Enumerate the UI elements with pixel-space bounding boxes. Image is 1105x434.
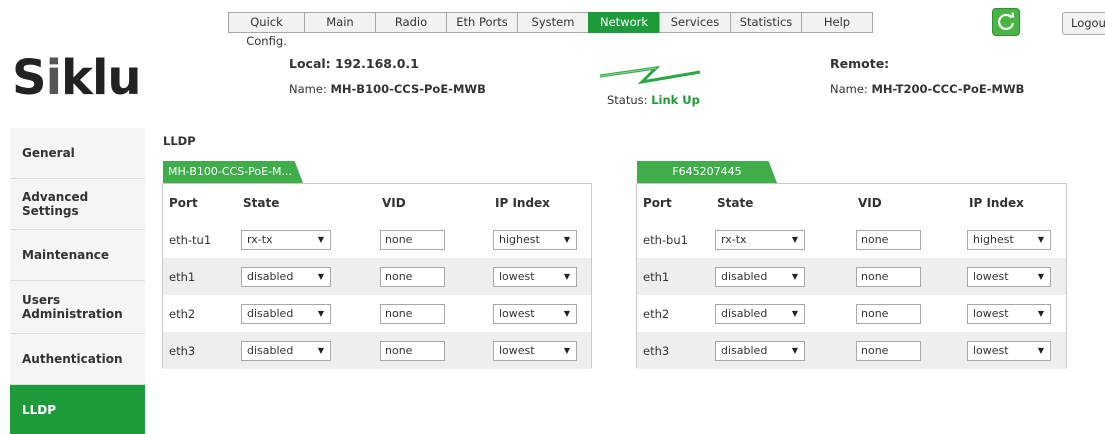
ip-index-select[interactable]: lowest ▼ bbox=[967, 266, 1051, 287]
vid-input[interactable]: none bbox=[856, 229, 921, 250]
vid-input[interactable]: none bbox=[856, 340, 921, 361]
chevron-down-icon: ▼ bbox=[563, 308, 570, 318]
chevron-down-icon: ▼ bbox=[317, 234, 324, 244]
sidebar-item-authentication[interactable]: Authentication bbox=[10, 334, 145, 385]
chevron-down-icon: ▼ bbox=[563, 345, 570, 355]
table-row: eth3 disabled ▼ none lowest ▼ bbox=[163, 332, 591, 369]
tab-help[interactable]: Help bbox=[801, 12, 873, 33]
refresh-button[interactable] bbox=[992, 8, 1020, 36]
table-row: eth2 disabled ▼ none lowest ▼ bbox=[637, 295, 1066, 332]
ip-index-select[interactable]: lowest ▼ bbox=[493, 303, 577, 324]
state-select[interactable]: disabled ▼ bbox=[241, 303, 331, 324]
panel-tab-local: MH-B100-CCS-PoE-M... bbox=[163, 161, 303, 183]
table-row: eth-tu1 rx-tx ▼ none highest ▼ bbox=[163, 221, 591, 258]
chevron-down-icon: ▼ bbox=[1037, 234, 1044, 244]
chevron-down-icon: ▼ bbox=[791, 308, 798, 318]
state-select[interactable]: rx-tx ▼ bbox=[241, 229, 331, 250]
port-label: eth3 bbox=[643, 343, 670, 358]
tab-statistics[interactable]: Statistics bbox=[730, 12, 802, 33]
vid-input[interactable]: none bbox=[380, 229, 445, 250]
refresh-icon bbox=[997, 12, 1015, 30]
tab-main[interactable]: Main bbox=[304, 12, 376, 33]
vid-input[interactable]: none bbox=[380, 340, 445, 361]
ip-index-select[interactable]: lowest ▼ bbox=[493, 266, 577, 287]
sidebar-item-advanced-settings[interactable]: Advanced Settings bbox=[10, 179, 145, 230]
siklu-logo: Siklu bbox=[12, 50, 142, 106]
vid-input[interactable]: none bbox=[856, 303, 921, 324]
port-label: eth-tu1 bbox=[169, 232, 212, 247]
chevron-down-icon: ▼ bbox=[1037, 271, 1044, 281]
chevron-down-icon: ▼ bbox=[1037, 345, 1044, 355]
chevron-down-icon: ▼ bbox=[791, 234, 798, 244]
logout-button[interactable]: Logout bbox=[1062, 12, 1105, 35]
col-vid: VID bbox=[858, 195, 882, 210]
table-header: Port State VID IP Index bbox=[163, 184, 591, 221]
chevron-down-icon: ▼ bbox=[1037, 308, 1044, 318]
sidebar-item-lldp[interactable]: LLDP bbox=[10, 385, 145, 434]
tab-radio[interactable]: Radio bbox=[375, 12, 447, 33]
state-select[interactable]: rx-tx ▼ bbox=[715, 229, 805, 250]
chevron-down-icon: ▼ bbox=[563, 271, 570, 281]
chevron-down-icon: ▼ bbox=[317, 345, 324, 355]
port-label: eth2 bbox=[643, 306, 670, 321]
sidebar-item-general[interactable]: General bbox=[10, 128, 145, 179]
local-address: Local: 192.168.0.1 bbox=[289, 56, 419, 71]
sidebar-item-users-administration[interactable]: Users Administration bbox=[10, 281, 145, 334]
state-select[interactable]: disabled ▼ bbox=[715, 340, 805, 361]
tab-quick-config[interactable]: Quick Config. bbox=[228, 12, 305, 48]
port-label: eth2 bbox=[169, 306, 196, 321]
state-select[interactable]: disabled ▼ bbox=[715, 266, 805, 287]
sidebar: General Advanced Settings Maintenance Us… bbox=[10, 128, 145, 434]
port-label: eth-bu1 bbox=[643, 232, 688, 247]
state-select[interactable]: disabled ▼ bbox=[241, 266, 331, 287]
table-row: eth1 disabled ▼ none lowest ▼ bbox=[637, 258, 1066, 295]
ip-index-select[interactable]: lowest ▼ bbox=[967, 303, 1051, 324]
col-vid: VID bbox=[382, 195, 406, 210]
lldp-panel-local: Port State VID IP Index eth-tu1 rx-tx ▼ n… bbox=[162, 183, 592, 369]
sidebar-item-maintenance[interactable]: Maintenance bbox=[10, 230, 145, 281]
vid-input[interactable]: none bbox=[380, 303, 445, 324]
col-ip-index: IP Index bbox=[969, 195, 1024, 210]
table-row: eth-bu1 rx-tx ▼ none highest ▼ bbox=[637, 221, 1066, 258]
col-port: Port bbox=[169, 195, 198, 210]
chevron-down-icon: ▼ bbox=[317, 308, 324, 318]
state-select[interactable]: disabled ▼ bbox=[241, 340, 331, 361]
table-header: Port State VID IP Index bbox=[637, 184, 1066, 221]
panel-tab-remote: F645207445 bbox=[637, 161, 777, 183]
col-ip-index: IP Index bbox=[495, 195, 550, 210]
remote-name: Name: MH-T200-CCC-PoE-MWB bbox=[830, 82, 1025, 96]
ip-index-select[interactable]: highest ▼ bbox=[967, 229, 1051, 250]
ip-index-select[interactable]: highest ▼ bbox=[493, 229, 577, 250]
section-title: LLDP bbox=[163, 134, 196, 148]
table-row: eth1 disabled ▼ none lowest ▼ bbox=[163, 258, 591, 295]
chevron-down-icon: ▼ bbox=[791, 271, 798, 281]
port-label: eth1 bbox=[169, 269, 196, 284]
tab-system[interactable]: System bbox=[517, 12, 589, 33]
remote-label: Remote: bbox=[830, 56, 890, 71]
link-status: Status: Link Up bbox=[607, 93, 700, 107]
lldp-panel-remote: Port State VID IP Index eth-bu1 rx-tx ▼ n… bbox=[636, 183, 1067, 369]
chevron-down-icon: ▼ bbox=[563, 234, 570, 244]
lightning-link-icon bbox=[599, 65, 701, 85]
vid-input[interactable]: none bbox=[380, 266, 445, 287]
state-select[interactable]: disabled ▼ bbox=[715, 303, 805, 324]
tab-eth-ports[interactable]: Eth Ports bbox=[446, 12, 518, 33]
col-state: State bbox=[717, 195, 754, 210]
main-nav: Quick Config. Main Radio Eth Ports Syste… bbox=[228, 12, 873, 48]
vid-input[interactable]: none bbox=[856, 266, 921, 287]
chevron-down-icon: ▼ bbox=[791, 345, 798, 355]
ip-index-select[interactable]: lowest ▼ bbox=[493, 340, 577, 361]
table-row: eth3 disabled ▼ none lowest ▼ bbox=[637, 332, 1066, 369]
tab-services[interactable]: Services bbox=[659, 12, 731, 33]
col-port: Port bbox=[643, 195, 672, 210]
tab-network[interactable]: Network bbox=[588, 12, 660, 33]
col-state: State bbox=[243, 195, 280, 210]
ip-index-select[interactable]: lowest ▼ bbox=[967, 340, 1051, 361]
local-name: Name: MH-B100-CCS-PoE-MWB bbox=[289, 82, 486, 96]
chevron-down-icon: ▼ bbox=[317, 271, 324, 281]
port-label: eth1 bbox=[643, 269, 670, 284]
port-label: eth3 bbox=[169, 343, 196, 358]
table-row: eth2 disabled ▼ none lowest ▼ bbox=[163, 295, 591, 332]
